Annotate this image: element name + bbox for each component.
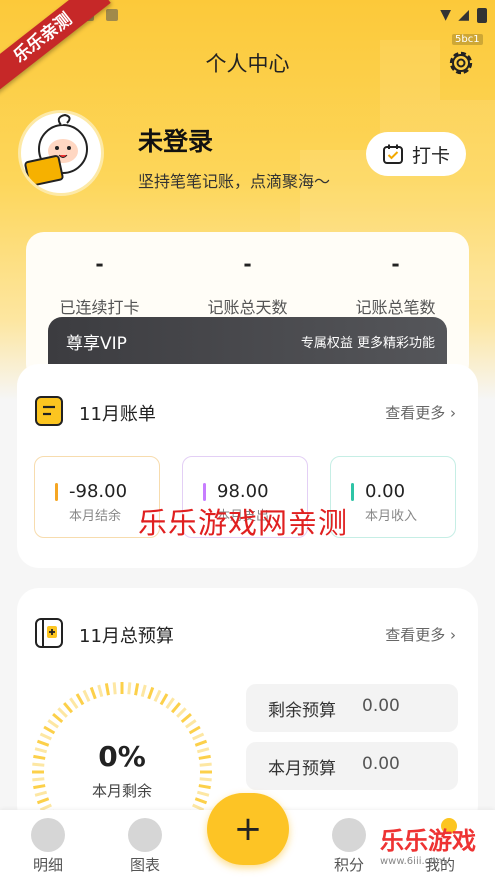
gauge-tick bbox=[47, 719, 59, 729]
vip-title: 尊享VIP bbox=[66, 334, 127, 354]
battery-icon bbox=[477, 8, 487, 23]
corner-logo-text: 乐乐游戏 bbox=[380, 827, 476, 855]
chart-icon bbox=[128, 818, 162, 852]
gauge-tick bbox=[52, 713, 64, 724]
balance-indicator bbox=[55, 483, 58, 501]
gauge-tick bbox=[140, 684, 147, 698]
gauge-tick bbox=[134, 683, 140, 696]
stats-card: - 已连续打卡 - 记账总天数 - 记账总笔数 尊享VIP 专属权益 更多精彩功… bbox=[26, 232, 469, 382]
gauge-tick bbox=[185, 719, 197, 729]
stat-label: 记账总笔数 bbox=[355, 298, 436, 317]
budget-row-value: 0.00 bbox=[362, 754, 400, 774]
gauge-tick bbox=[127, 682, 132, 695]
gauge-tick bbox=[188, 725, 201, 735]
stat-value: - bbox=[95, 252, 104, 276]
mascot-icon bbox=[24, 113, 88, 187]
budget-row-label: 本月预算 bbox=[268, 759, 336, 779]
chevron-right-icon: › bbox=[445, 404, 456, 422]
gauge-tick bbox=[176, 707, 187, 718]
gauge-tick bbox=[57, 707, 68, 718]
vip-desc: 专属权益 更多精彩功能 bbox=[300, 336, 435, 351]
budget-book-icon bbox=[35, 618, 63, 648]
gauge-tick bbox=[97, 684, 104, 698]
calendar-check-icon bbox=[382, 144, 403, 164]
checkin-label: 打卡 bbox=[411, 144, 450, 167]
gauge-tick bbox=[82, 689, 91, 702]
budget-row-value: 0.00 bbox=[362, 696, 400, 716]
username[interactable]: 未登录 bbox=[138, 122, 213, 158]
tab-label: 明细 bbox=[32, 856, 63, 874]
gauge-tick bbox=[69, 697, 79, 709]
gauge-tick bbox=[153, 689, 162, 702]
budget-card-title: 11月总预算 bbox=[79, 626, 174, 647]
corner-logo: 乐乐游戏 www.6iii.com bbox=[380, 826, 495, 880]
gauge-tick bbox=[180, 713, 192, 724]
wifi-icon: ▼ bbox=[440, 7, 451, 23]
app-notification-icon bbox=[106, 9, 118, 21]
signal-icon: ◢ bbox=[458, 7, 469, 23]
version-badge: 5bc1 bbox=[452, 34, 483, 45]
view-more-label: 查看更多 bbox=[385, 404, 446, 422]
budget-row-monthly: 本月预算 0.00 bbox=[246, 742, 458, 790]
tab-label: 积分 bbox=[333, 856, 364, 874]
gauge-tick bbox=[192, 732, 205, 741]
budget-view-more[interactable]: 查看更多 › bbox=[385, 624, 456, 645]
expense-value: 98.00 bbox=[217, 481, 269, 502]
page-title: 个人中心 bbox=[205, 52, 290, 76]
gauge-tick bbox=[159, 693, 169, 706]
gauge-tick bbox=[165, 697, 175, 709]
star-icon bbox=[332, 818, 366, 852]
gauge-tick bbox=[43, 725, 56, 735]
stat-streak[interactable]: - 已连续打卡 bbox=[26, 252, 173, 318]
gauge-tick bbox=[89, 686, 97, 700]
gauge-tick bbox=[63, 702, 74, 714]
balance-value: -98.00 bbox=[69, 481, 128, 502]
tab-label: 图表 bbox=[129, 856, 160, 874]
checkin-button[interactable]: 打卡 bbox=[366, 132, 466, 176]
budget-remaining-percent: 0% bbox=[98, 740, 146, 773]
bill-view-more[interactable]: 查看更多 › bbox=[385, 402, 456, 423]
income-value: 0.00 bbox=[365, 481, 406, 502]
tab-details[interactable]: 明细 bbox=[13, 810, 83, 880]
budget-row-label: 剩余预算 bbox=[268, 701, 336, 721]
stat-total-entries[interactable]: - 记账总笔数 bbox=[322, 252, 469, 318]
view-more-label: 查看更多 bbox=[385, 626, 446, 644]
tab-points[interactable]: 积分 bbox=[314, 810, 384, 880]
budget-remaining-label: 本月剩余 bbox=[91, 782, 152, 800]
gauge-tick bbox=[112, 682, 117, 695]
avatar[interactable] bbox=[18, 110, 104, 196]
ledger-icon bbox=[31, 818, 65, 852]
balance-label: 本月结余 bbox=[69, 509, 122, 524]
stat-value: - bbox=[391, 252, 400, 276]
stat-value: - bbox=[243, 252, 252, 276]
gauge-tick bbox=[147, 686, 155, 700]
income-label: 本月收入 bbox=[365, 509, 418, 524]
stat-label: 记账总天数 bbox=[207, 298, 288, 317]
bill-card-title: 11月账单 bbox=[79, 404, 156, 425]
budget-row-remaining: 剩余预算 0.00 bbox=[246, 684, 458, 732]
add-record-button[interactable]: + bbox=[207, 793, 289, 865]
bill-income[interactable]: 0.00 本月收入 bbox=[330, 456, 456, 538]
gauge-tick bbox=[39, 732, 52, 741]
stat-label: 已连续打卡 bbox=[59, 298, 140, 317]
income-indicator bbox=[351, 483, 354, 501]
stat-total-days[interactable]: - 记账总天数 bbox=[174, 252, 321, 318]
bill-icon bbox=[35, 396, 63, 426]
chevron-right-icon: › bbox=[445, 626, 456, 644]
plus-icon: + bbox=[233, 809, 263, 849]
gauge-tick bbox=[104, 683, 110, 696]
gauge-tick bbox=[75, 693, 85, 706]
tab-charts[interactable]: 图表 bbox=[110, 810, 180, 880]
slogan: 坚持笔笔记账，点滴聚海～ bbox=[138, 172, 331, 191]
site-watermark: 乐乐游戏网亲测 bbox=[138, 506, 349, 540]
gauge-tick bbox=[170, 702, 181, 714]
corner-logo-url: www.6iii.com bbox=[380, 856, 447, 867]
expense-indicator bbox=[203, 483, 206, 501]
gear-icon[interactable] bbox=[446, 48, 476, 78]
